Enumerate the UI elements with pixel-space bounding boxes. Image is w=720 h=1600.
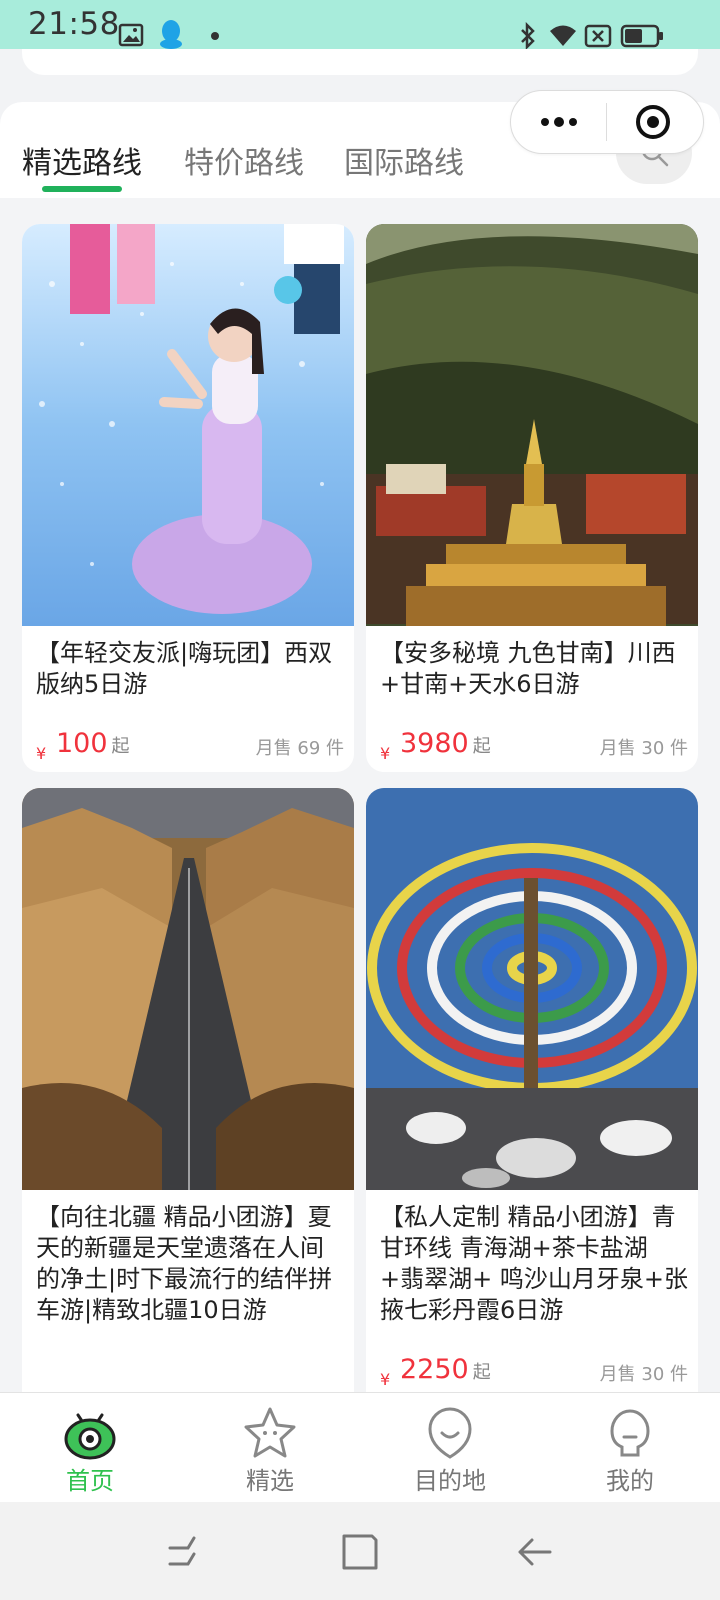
product-card[interactable]: 【年轻交友派|嗨玩团】西双版纳5日游 ¥ 100 起 月售 69 件	[22, 224, 354, 772]
qq-penguin-icon	[160, 20, 182, 49]
wifi-icon	[550, 25, 576, 46]
system-navigation	[0, 1502, 720, 1600]
price-row: ¥ 2250 起 月售 30 件	[380, 1354, 688, 1390]
home-eye-icon	[64, 1413, 116, 1460]
price-row: ¥ 100 起 月售 69 件	[36, 728, 344, 764]
nav-label: 我的	[606, 1467, 654, 1495]
product-title: 【向往北疆 精品小团游】夏天的新疆是天堂遗落在人间的净土|时下最流行的结伴拼车游…	[36, 1203, 333, 1324]
gallery-icon	[118, 23, 144, 47]
price-amount: 2250	[400, 1354, 469, 1385]
miniprogram-capsule	[510, 90, 704, 154]
battery-icon	[620, 24, 663, 48]
price-row: ¥ 3980 起 月售 30 件	[380, 728, 688, 764]
price-amount: 100	[56, 728, 108, 759]
nav-mine[interactable]: 我的	[540, 1393, 720, 1503]
capsule-divider	[606, 103, 607, 141]
price-suffix: 起	[472, 1362, 491, 1383]
currency-symbol: ¥	[380, 744, 391, 763]
home-square-icon[interactable]	[338, 1530, 382, 1574]
monthly-sales: 月售 30 件	[599, 1364, 688, 1385]
product-card[interactable]: 【安多秘境 九色甘南】川西+甘南+天水6日游 ¥ 3980 起 月售 30 件	[366, 224, 698, 772]
nav-featured[interactable]: 精选	[180, 1393, 360, 1503]
top-card-edge	[22, 49, 698, 75]
product-card[interactable]: 【向往北疆 精品小团游】夏天的新疆是天堂遗落在人间的净土|时下最流行的结伴拼车游…	[22, 788, 354, 1398]
status-bar: 21:58	[0, 0, 720, 51]
product-title: 【安多秘境 九色甘南】川西+甘南+天水6日游	[380, 639, 676, 698]
nav-label: 目的地	[414, 1467, 486, 1495]
status-time: 21:58	[28, 6, 120, 42]
product-title: 【年轻交友派|嗨玩团】西双版纳5日游	[36, 639, 333, 698]
woman-splashing-water-photo	[22, 224, 354, 626]
nav-destination[interactable]: 目的地	[360, 1393, 540, 1503]
bottom-navigation: 首页 精选 目的地 我的	[0, 1392, 720, 1503]
desert-road-canyon-photo	[22, 788, 354, 1190]
price-amount: 3980	[400, 728, 469, 759]
smile-face-icon	[428, 1407, 472, 1459]
currency-symbol: ¥	[380, 1370, 391, 1389]
prayer-flags-pole-photo	[366, 788, 698, 1190]
product-card[interactable]: 【私人定制 精品小团游】青甘环线 青海湖+茶卡盐湖+翡翠湖+ 鸣沙山月牙泉+张掖…	[366, 788, 698, 1398]
price-suffix: 起	[111, 736, 130, 757]
dot-icon	[211, 32, 219, 40]
monthly-sales: 月售 30 件	[599, 738, 688, 759]
currency-symbol: ¥	[36, 744, 47, 763]
monthly-sales: 月售 69 件	[255, 738, 344, 759]
price-value: 2250 起	[400, 1354, 491, 1385]
price-value: 3980 起	[400, 728, 491, 759]
tibetan-temple-mountain-photo	[366, 224, 698, 626]
target-close-icon[interactable]	[635, 104, 671, 140]
recents-icon[interactable]	[164, 1530, 208, 1574]
more-dots-icon[interactable]	[539, 113, 579, 131]
star-face-icon	[244, 1407, 296, 1458]
back-arrow-icon[interactable]	[512, 1530, 556, 1574]
product-title: 【私人定制 精品小团游】青甘环线 青海湖+茶卡盐湖+翡翠湖+ 鸣沙山月牙泉+张掖…	[380, 1203, 688, 1324]
no-sim-icon	[584, 24, 612, 48]
profile-face-icon	[610, 1409, 650, 1457]
route-panel: 精选路线 特价路线 国际路线 【年轻交友派|嗨玩团】西双版纳5日游 ¥ 100 …	[0, 102, 720, 1398]
active-tab-indicator	[42, 186, 122, 192]
tab-featured-routes[interactable]: 精选路线	[22, 138, 142, 182]
price-suffix: 起	[472, 736, 491, 757]
nav-home[interactable]: 首页	[0, 1393, 180, 1503]
tab-international-routes[interactable]: 国际路线	[344, 138, 464, 182]
nav-label: 精选	[246, 1467, 294, 1495]
bluetooth-icon	[521, 22, 535, 51]
price-value: 100 起	[56, 728, 130, 759]
nav-label: 首页	[66, 1467, 114, 1495]
tab-special-price-routes[interactable]: 特价路线	[184, 138, 304, 182]
